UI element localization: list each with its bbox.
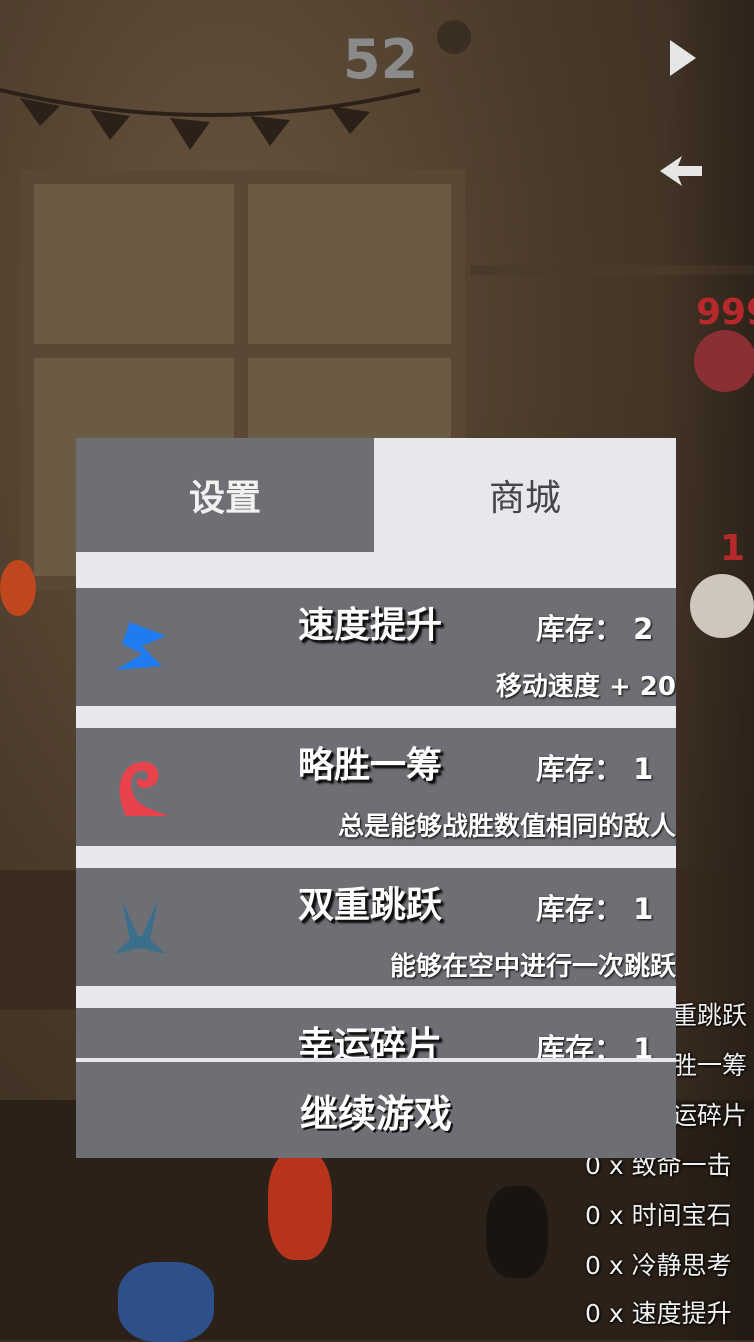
enemy-character (694, 330, 754, 392)
shop-item[interactable]: 略胜一筹 库存： 1 总是能够战胜数值相同的敌人 (76, 728, 676, 846)
shop-item-list[interactable]: 速度提升 库存： 2 移动速度 + 20 略胜一筹 库存： 1 总是能够战胜数值… (76, 588, 676, 1058)
item-stock: 库存： 1 (536, 1032, 654, 1058)
enemy-character (690, 574, 754, 638)
lightning-icon (116, 622, 166, 670)
inventory-item: 0 x 速度提升 (585, 1299, 732, 1328)
item-description: 总是能够战胜数值相同的敌人 (337, 812, 676, 842)
item-name: 幸运碎片 (298, 1025, 443, 1058)
inventory-item: 重跳跃 (672, 1001, 748, 1030)
enemy-power-value: 1 (720, 528, 746, 569)
pendulum-ornament (437, 20, 471, 54)
shop-item[interactable]: 双重跳跃 库存： 1 能够在空中进行一次跳跃 (76, 868, 676, 986)
score-counter: 52 (343, 28, 419, 91)
fire-enemy (268, 1150, 332, 1260)
inventory-item: 0 x 冷静思考 (585, 1251, 732, 1280)
item-description: 移动速度 + 20 (495, 672, 676, 702)
tab-shop[interactable]: 商城 (374, 438, 676, 552)
item-stock: 库存： 1 (536, 752, 654, 786)
enemy-power-value: 999 (696, 292, 754, 333)
bat-bunting (0, 88, 420, 150)
play-icon[interactable] (662, 36, 702, 80)
background-shade (664, 0, 754, 1340)
pause-menu-dialog: 设置 商城 速度提升 库存： 2 移动速度 + 20 略胜一筹 库存： 1 总是… (76, 438, 676, 1158)
shop-item[interactable]: 速度提升 库存： 2 移动速度 + 20 (76, 588, 676, 706)
item-name: 双重跳跃 (298, 885, 443, 926)
swirl-icon (119, 762, 168, 816)
double-wing-icon (114, 900, 166, 954)
item-description: 能够在空中进行一次跳跃 (389, 952, 676, 982)
inventory-item: 0 x 时间宝石 (585, 1201, 732, 1230)
tab-settings[interactable]: 设置 (76, 438, 374, 552)
window-frame (34, 344, 451, 358)
back-arrow-icon[interactable] (656, 148, 706, 194)
item-name: 速度提升 (298, 605, 443, 646)
item-name: 略胜一筹 (298, 745, 443, 786)
inventory-item: 胜一筹 (672, 1051, 748, 1080)
item-stock: 库存： 1 (536, 892, 654, 926)
item-stock: 库存： 2 (536, 612, 654, 646)
player-character (118, 1262, 214, 1342)
shop-item[interactable]: 幸运碎片 库存： 1 (76, 1008, 676, 1058)
pumpkin-decoration (0, 560, 36, 616)
shadow-enemy (486, 1186, 548, 1278)
continue-game-button[interactable]: 继续游戏 (76, 1062, 676, 1158)
inventory-item: 运碎片 (672, 1101, 748, 1130)
